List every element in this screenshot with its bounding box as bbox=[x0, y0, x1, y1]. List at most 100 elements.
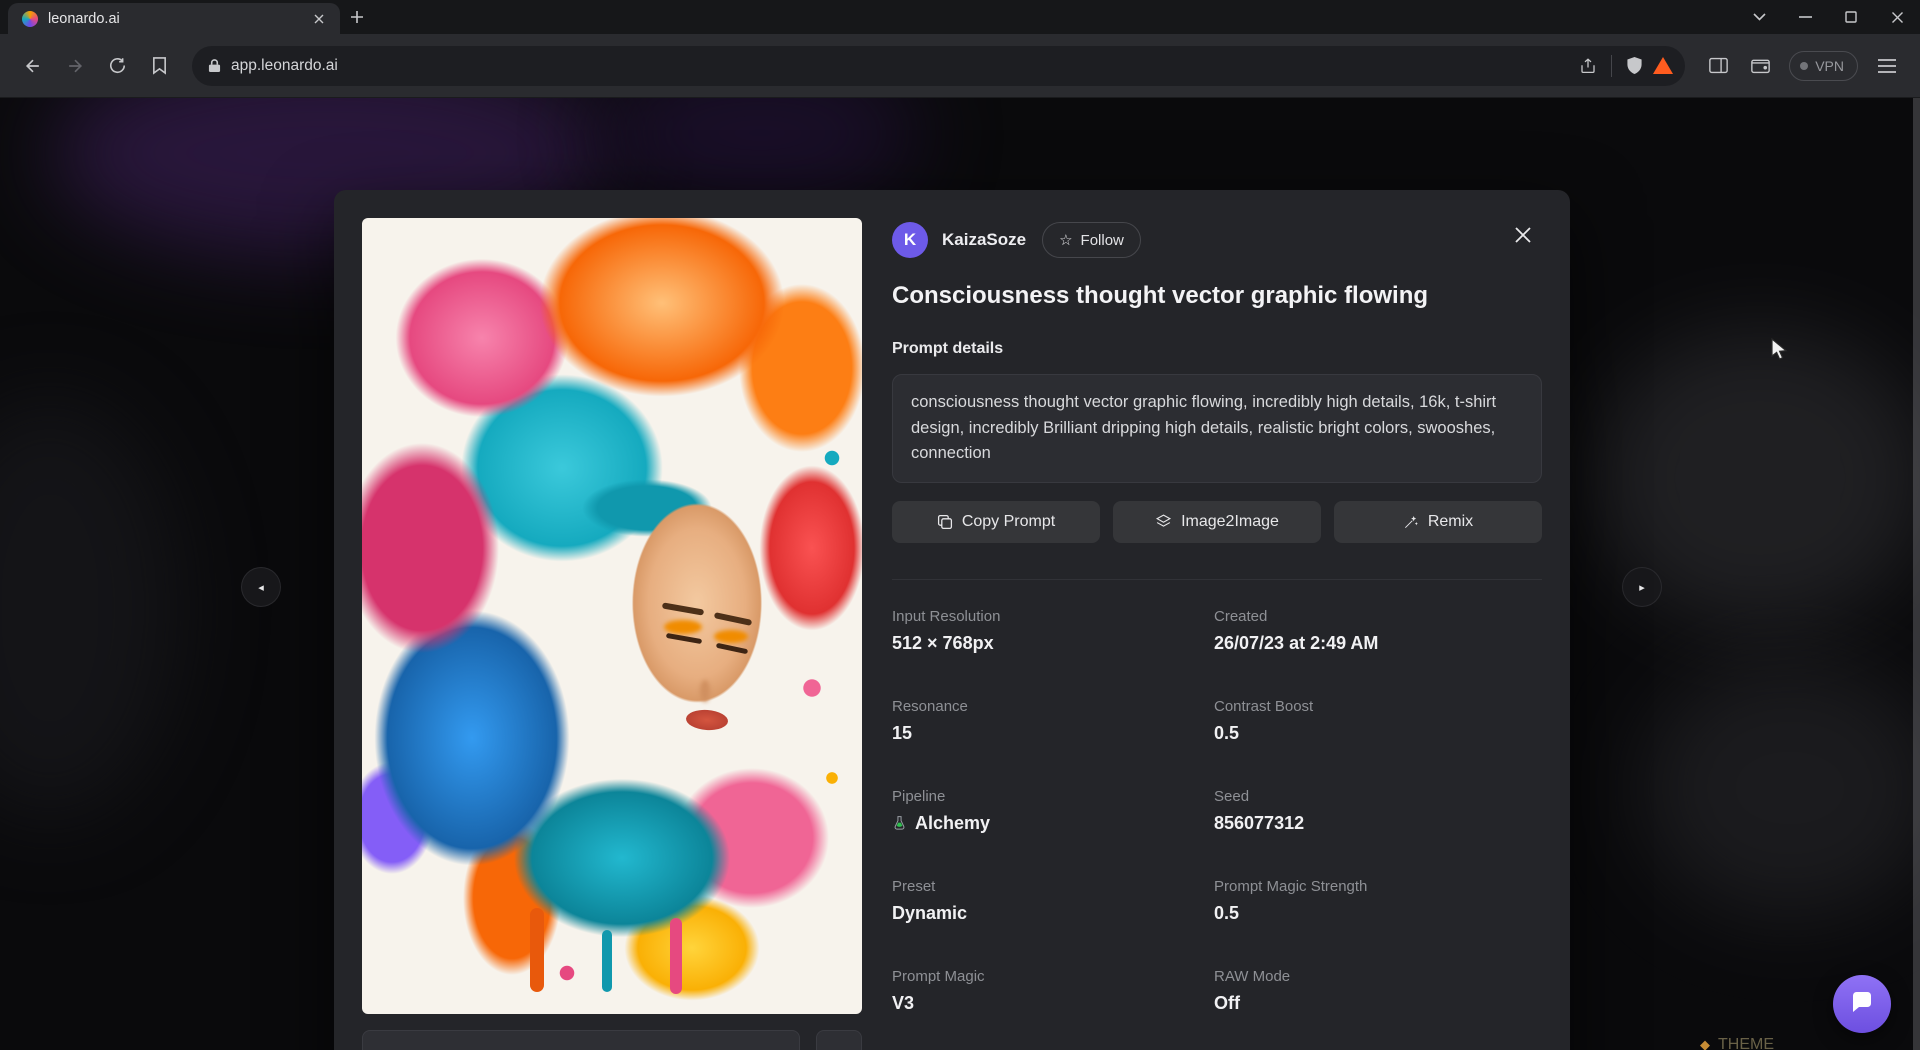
vpn-label: VPN bbox=[1815, 58, 1844, 74]
copy-prompt-button[interactable]: Copy Prompt bbox=[892, 501, 1100, 543]
detail-created: Created 26/07/23 at 2:49 AM bbox=[1214, 608, 1542, 654]
vpn-button[interactable]: VPN bbox=[1789, 51, 1858, 81]
next-image-button[interactable]: ▸ bbox=[1623, 568, 1661, 606]
generation-details-grid: Input Resolution 512 × 768px Created 26/… bbox=[892, 579, 1542, 1014]
detail-label: Input Resolution bbox=[892, 608, 1214, 625]
chevron-left-icon: ◂ bbox=[258, 581, 264, 594]
chevron-right-icon: ▸ bbox=[1639, 581, 1645, 594]
window-minimize-icon[interactable] bbox=[1782, 0, 1828, 34]
image-column bbox=[362, 218, 862, 1050]
detail-label: Seed bbox=[1214, 788, 1542, 805]
detail-preset: Preset Dynamic bbox=[892, 878, 1214, 924]
brave-rewards-icon[interactable] bbox=[1653, 57, 1673, 74]
detail-label: Contrast Boost bbox=[1214, 698, 1542, 715]
artwork-detail bbox=[664, 620, 702, 634]
detail-value: 0.5 bbox=[1214, 723, 1542, 744]
modal-close-icon[interactable] bbox=[1508, 220, 1538, 250]
detail-value: Dynamic bbox=[892, 903, 1214, 924]
bookmark-icon[interactable] bbox=[140, 47, 178, 85]
brave-shield-icon[interactable] bbox=[1626, 56, 1643, 75]
window-maximize-icon[interactable] bbox=[1828, 0, 1874, 34]
watermark: ◆ THEME bbox=[1700, 1036, 1774, 1050]
artwork-detail bbox=[714, 630, 748, 643]
new-tab-button[interactable] bbox=[340, 0, 374, 34]
detail-label: Pipeline bbox=[892, 788, 1214, 805]
back-button[interactable] bbox=[14, 47, 52, 85]
browser-tab[interactable]: leonardo.ai bbox=[8, 3, 340, 34]
detail-value: Alchemy bbox=[915, 813, 990, 834]
detail-raw-mode: RAW Mode Off bbox=[1214, 968, 1542, 1014]
prompt-details-heading: Prompt details bbox=[892, 340, 1542, 358]
detail-value: V3 bbox=[892, 993, 1214, 1014]
detail-value: 512 × 768px bbox=[892, 633, 1214, 654]
remix-wand-icon bbox=[1403, 514, 1419, 530]
prompt-text: consciousness thought vector graphic flo… bbox=[892, 374, 1542, 483]
author-name[interactable]: KaizaSoze bbox=[942, 230, 1026, 250]
detail-value: 26/07/23 at 2:49 AM bbox=[1214, 633, 1542, 654]
artwork-detail bbox=[602, 930, 612, 992]
artwork-detail bbox=[670, 918, 682, 994]
image-detail-modal: K KaizaSoze ☆ Follow Consciousness thoug… bbox=[334, 190, 1570, 1050]
background-glow bbox=[1640, 658, 1920, 918]
page-background: ◂ ▸ bbox=[0, 98, 1920, 1050]
watermark-glyph-icon: ◆ bbox=[1700, 1037, 1710, 1050]
thumbnail-bar[interactable] bbox=[362, 1030, 800, 1050]
chat-bubble-icon bbox=[1849, 992, 1875, 1016]
image-title: Consciousness thought vector graphic flo… bbox=[892, 282, 1542, 310]
copy-prompt-label: Copy Prompt bbox=[962, 513, 1055, 531]
artwork-detail bbox=[685, 709, 728, 732]
artwork-detail bbox=[666, 633, 702, 644]
remix-button[interactable]: Remix bbox=[1334, 501, 1542, 543]
detail-label: Prompt Magic bbox=[892, 968, 1214, 985]
image2image-label: Image2Image bbox=[1181, 513, 1279, 531]
detail-prompt-magic-strength: Prompt Magic Strength 0.5 bbox=[1214, 878, 1542, 924]
address-bar[interactable]: app.leonardo.ai bbox=[192, 46, 1685, 86]
follow-label: Follow bbox=[1081, 232, 1124, 249]
detail-value: Off bbox=[1214, 993, 1542, 1014]
detail-label: Prompt Magic Strength bbox=[1214, 878, 1542, 895]
artwork-detail bbox=[530, 908, 544, 992]
artwork-detail bbox=[662, 602, 704, 615]
window-controls bbox=[1736, 0, 1920, 34]
watermark-text: THEME bbox=[1718, 1036, 1774, 1050]
share-icon[interactable] bbox=[1579, 57, 1597, 75]
detail-value: 856077312 bbox=[1214, 813, 1542, 834]
tab-search-chevron-icon[interactable] bbox=[1736, 0, 1782, 34]
tab-close-icon[interactable] bbox=[308, 8, 330, 30]
vpn-status-dot bbox=[1800, 62, 1808, 70]
image2image-button[interactable]: Image2Image bbox=[1113, 501, 1321, 543]
detail-resonance: Resonance 15 bbox=[892, 698, 1214, 744]
detail-label: Preset bbox=[892, 878, 1214, 895]
prompt-actions: Copy Prompt Image2Image Remix bbox=[892, 501, 1542, 543]
tab-strip: leonardo.ai bbox=[0, 0, 1920, 34]
remix-label: Remix bbox=[1428, 513, 1473, 531]
detail-pipeline: Pipeline Alchemy bbox=[892, 788, 1214, 834]
sidebar-panel-icon[interactable] bbox=[1699, 47, 1737, 85]
wallet-icon[interactable] bbox=[1741, 47, 1779, 85]
details-column: K KaizaSoze ☆ Follow Consciousness thoug… bbox=[892, 218, 1542, 1050]
tab-favicon bbox=[22, 11, 38, 27]
previous-image-button[interactable]: ◂ bbox=[242, 568, 280, 606]
reload-button[interactable] bbox=[98, 47, 136, 85]
lock-icon bbox=[208, 58, 221, 73]
thumbnail-strip bbox=[362, 1030, 862, 1050]
menu-hamburger-icon[interactable] bbox=[1868, 47, 1906, 85]
follow-button[interactable]: ☆ Follow bbox=[1042, 222, 1141, 258]
detail-label: RAW Mode bbox=[1214, 968, 1542, 985]
scrollbar[interactable] bbox=[1913, 98, 1920, 1050]
detail-value: 0.5 bbox=[1214, 903, 1542, 924]
avatar[interactable]: K bbox=[892, 222, 928, 258]
author-row: K KaizaSoze ☆ Follow bbox=[892, 222, 1542, 258]
artwork-detail bbox=[700, 680, 710, 702]
generated-image[interactable] bbox=[362, 218, 862, 1014]
flask-icon bbox=[892, 815, 907, 832]
support-chat-button[interactable] bbox=[1833, 975, 1891, 1033]
detail-label: Created bbox=[1214, 608, 1542, 625]
detail-value: 15 bbox=[892, 723, 1214, 744]
window-close-icon[interactable] bbox=[1874, 0, 1920, 34]
detail-label: Resonance bbox=[892, 698, 1214, 715]
detail-input-resolution: Input Resolution 512 × 768px bbox=[892, 608, 1214, 654]
navigation-bar: app.leonardo.ai VPN bbox=[0, 34, 1920, 98]
toolbar-divider bbox=[1611, 55, 1612, 77]
thumbnail-tile[interactable] bbox=[816, 1030, 862, 1050]
